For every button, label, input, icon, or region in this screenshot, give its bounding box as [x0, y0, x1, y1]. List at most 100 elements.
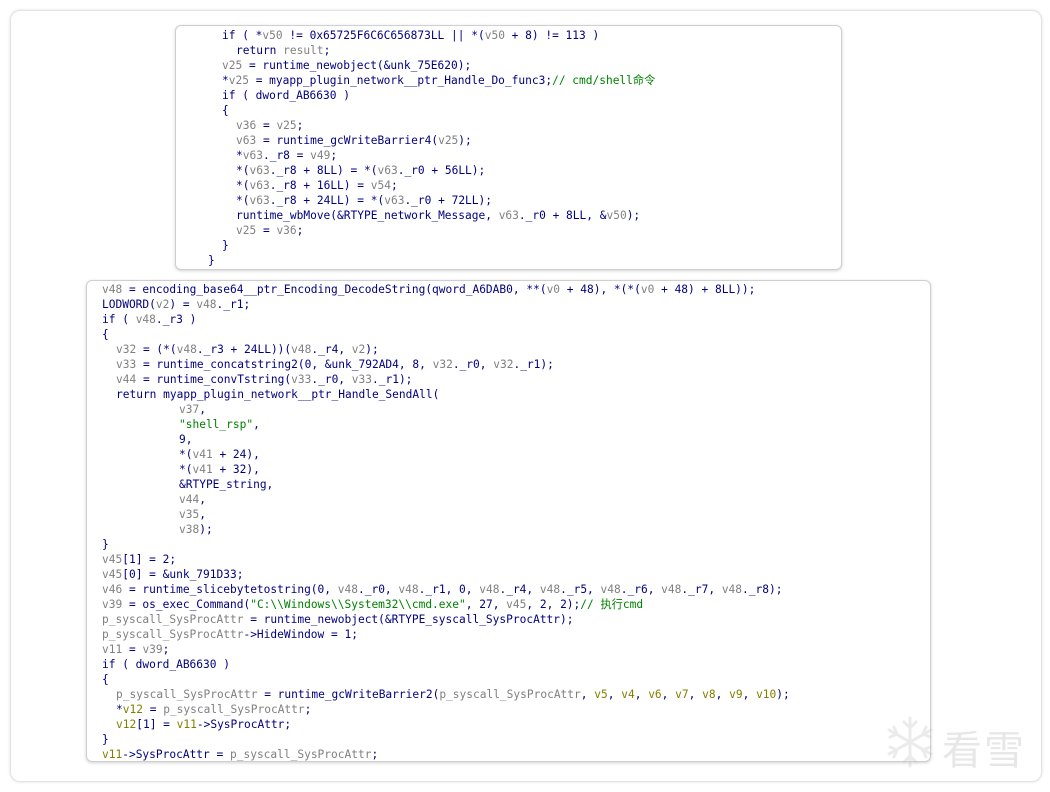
- code-token: v48: [398, 583, 419, 596]
- code-token: v33: [351, 373, 372, 386]
- code-token: if ( dword_AB6630 ): [102, 658, 230, 671]
- code-line: {: [176, 103, 655, 118]
- code-listing-bottom: v48 = encoding_base64__ptr_Encoding_Deco…: [87, 282, 790, 761]
- code-token: ._r3 ): [155, 313, 197, 326]
- code-line: *(v41 + 24),: [87, 447, 790, 462]
- code-token: ;: [296, 224, 304, 237]
- code-token: v37: [179, 403, 200, 416]
- code-token: }: [222, 239, 229, 252]
- code-line: }: [87, 732, 790, 747]
- code-token: v32: [432, 358, 453, 371]
- code-token: );: [626, 209, 641, 222]
- watermark-text: 看雪: [942, 728, 1026, 774]
- code-token: v48: [196, 298, 217, 311]
- code-token: if ( dword_AB6630 ): [222, 89, 350, 102]
- code-token: ,: [199, 493, 206, 506]
- code-token: = runtime_slicebytetostring(0,: [122, 583, 338, 596]
- code-line: v32 = (*(v48._r3 + 24LL))(v48._r4, v2);: [87, 342, 790, 357]
- code-token: ._r1;: [216, 298, 251, 311]
- code-token: v63: [236, 134, 257, 147]
- code-token: );: [776, 688, 790, 701]
- code-token: *: [116, 703, 123, 716]
- code-line: v44,: [87, 492, 790, 507]
- code-token: v11: [176, 718, 197, 731]
- code-token: v32: [116, 343, 137, 356]
- code-token: , 27,: [465, 598, 507, 611]
- code-token: v45: [102, 553, 123, 566]
- code-token: *(: [236, 194, 250, 207]
- code-token: p_syscall_SysProcAttr: [439, 688, 581, 701]
- code-token: ->HideWindow = 1;: [243, 628, 358, 641]
- code-token: ,: [253, 418, 260, 431]
- code-token: v25: [228, 74, 249, 87]
- code-token: *(: [236, 179, 250, 192]
- code-token: p_syscall_SysProcAttr: [163, 703, 305, 716]
- code-token: *: [236, 149, 243, 162]
- code-line: return myapp_plugin_network__ptr_Handle_…: [87, 387, 790, 402]
- code-line: v45[1] = 2;: [87, 552, 790, 567]
- code-token: "shell_rsp": [179, 418, 254, 431]
- code-token: ,: [715, 688, 730, 701]
- code-token: v48: [337, 583, 358, 596]
- code-token: ._r0 + 72LL);: [404, 194, 492, 207]
- code-token: *: [222, 74, 229, 87]
- code-token: v4: [621, 688, 635, 701]
- code-token: [1] =: [136, 718, 177, 731]
- code-token: v11: [102, 643, 123, 656]
- code-token: ,: [607, 688, 622, 701]
- code-token: ,: [199, 403, 206, 416]
- code-token: v0: [546, 283, 561, 296]
- code-token: ._r8 =: [262, 149, 311, 162]
- code-line: v33 = runtime_concatstring2(0, &unk_792A…: [87, 357, 790, 372]
- code-token: v36: [236, 119, 257, 132]
- code-token: ,: [580, 688, 595, 701]
- code-token: ;: [323, 44, 331, 57]
- code-token: v41: [192, 463, 213, 476]
- code-token: = myapp_plugin_network__ptr_Handle_Do_fu…: [248, 74, 553, 87]
- code-token: v63: [384, 194, 405, 207]
- code-token: {: [102, 328, 109, 341]
- code-token: =: [256, 224, 277, 237]
- code-token: v33: [291, 373, 312, 386]
- kanxue-watermark: 看雪: [880, 710, 1030, 774]
- code-line: }: [176, 253, 655, 268]
- code-token: 9,: [179, 433, 193, 446]
- code-token: v49: [310, 149, 331, 162]
- code-token: *(: [179, 463, 193, 476]
- code-line: v45[0] = &unk_791D33;: [87, 567, 790, 582]
- code-token: [1] = 2;: [122, 553, 177, 566]
- code-token: ._r4,: [499, 583, 540, 596]
- code-token: ;: [371, 748, 379, 761]
- code-token: return myapp_plugin_network__ptr_Handle_…: [116, 388, 440, 401]
- code-token: p_syscall_SysProcAttr: [230, 748, 372, 761]
- code-token: }: [102, 733, 109, 746]
- code-token: v41: [192, 448, 213, 461]
- code-token: ._r1);: [513, 358, 554, 371]
- code-token: + 48) + 8LL));: [654, 283, 756, 296]
- code-token: ,: [688, 688, 703, 701]
- code-token: ._r8 + 24LL) = *(: [269, 194, 385, 207]
- code-token: v35: [179, 508, 200, 521]
- code-token: =: [256, 119, 277, 132]
- code-token: p_syscall_SysProcAttr: [116, 688, 258, 701]
- code-line: "shell_rsp",: [87, 417, 790, 432]
- code-token: ._r0,: [357, 583, 399, 596]
- code-token: v50: [484, 29, 505, 42]
- code-token: v48: [539, 583, 561, 596]
- code-token: + 32),: [212, 463, 260, 476]
- code-token: ._r5,: [560, 583, 601, 596]
- code-token: ;: [296, 119, 304, 132]
- code-token: {: [102, 673, 109, 686]
- code-token: ._r4,: [311, 343, 352, 356]
- code-token: v2: [155, 298, 170, 311]
- code-token: v45: [102, 568, 123, 581]
- code-line: v35,: [87, 507, 790, 522]
- code-token: ;: [304, 703, 312, 716]
- code-token: , 2, 2);: [526, 598, 581, 611]
- code-line: }: [87, 537, 790, 552]
- code-line: p_syscall_SysProcAttr = runtime_gcWriteB…: [87, 687, 790, 702]
- code-token: v63: [242, 149, 263, 162]
- code-line: if ( dword_AB6630 ): [87, 657, 790, 672]
- code-token: if (: [102, 313, 136, 326]
- code-line: 9,: [87, 432, 790, 447]
